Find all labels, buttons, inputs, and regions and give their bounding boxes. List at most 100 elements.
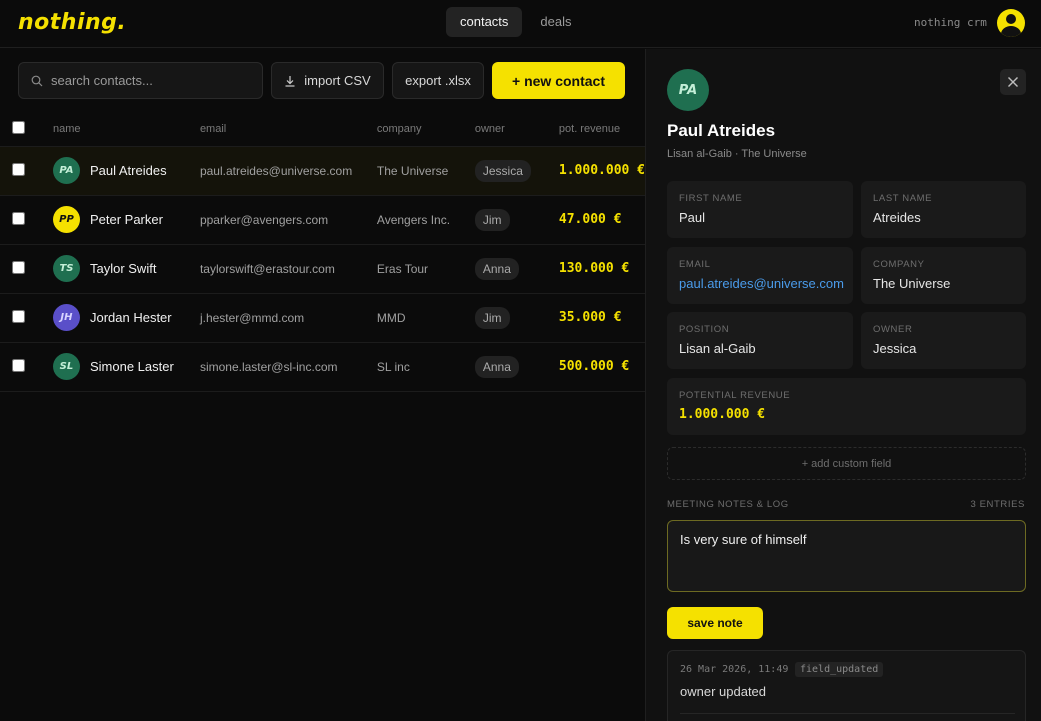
contact-name-cell[interactable]: TS Taylor Swift — [52, 255, 200, 282]
tab-contacts[interactable]: contacts — [446, 7, 523, 37]
field-value: Jessica — [873, 341, 917, 356]
field-email[interactable]: Email paul.atreides@universe.com — [667, 247, 853, 304]
contact-company: SL inc — [376, 342, 475, 392]
column-header-owner[interactable]: owner — [474, 113, 559, 147]
log-timestamp: 26 Mar 2026, 11:49 — [680, 664, 789, 675]
contact-avatar: SL — [52, 353, 80, 380]
brand-name: nothing crm — [914, 16, 987, 29]
contact-name: Jordan Hester — [89, 310, 172, 325]
column-header-company[interactable]: company — [376, 113, 475, 147]
column-header-email[interactable]: email — [199, 113, 377, 147]
import-csv-label: import CSV — [304, 73, 371, 88]
contact-name: Peter Parker — [89, 212, 163, 227]
field-label: Position — [679, 324, 730, 335]
field-company[interactable]: Company The Universe — [861, 247, 1026, 304]
detail-subtitle: Lisan al-Gaib · The Universe — [667, 148, 807, 160]
contact-revenue: 47.000 € — [558, 212, 622, 227]
column-header-name[interactable]: name — [52, 113, 200, 147]
close-icon — [1008, 77, 1018, 87]
field-label: Owner — [873, 324, 913, 335]
user-avatar-icon[interactable] — [997, 9, 1025, 37]
app-logo[interactable]: nothing. — [18, 10, 126, 35]
field-value: 1.000.000 € — [679, 407, 766, 422]
contact-avatar: PA — [52, 157, 80, 184]
search-input[interactable] — [51, 63, 256, 98]
notes-section-label: Meeting notes & log — [667, 499, 789, 510]
table-row[interactable]: PP Peter Parker pparker@avengers.com Avenge… — [0, 195, 645, 245]
table-row[interactable]: JH Jordan Hester j.hester@mmd.com MMD Jim 35.… — [0, 293, 645, 343]
add-custom-field-button[interactable]: + add custom field — [667, 447, 1026, 480]
contact-email: j.hester@mmd.com — [199, 293, 377, 343]
log-tag: field_updated — [795, 662, 884, 677]
contact-name: Simone Laster — [89, 359, 174, 374]
contact-company: The Universe — [376, 146, 475, 196]
owner-badge: Anna — [474, 355, 519, 378]
new-contact-button[interactable]: + new contact — [492, 62, 625, 99]
table-header-row: name email company owner pot. revenue — [0, 113, 645, 147]
contact-detail-panel: PA Paul Atreides Lisan al-Gaib · The Uni… — [645, 49, 1041, 721]
contact-avatar: TS — [52, 255, 80, 282]
select-all-checkbox[interactable] — [12, 121, 25, 135]
field-label: Email — [679, 259, 711, 270]
email-link[interactable]: paul.atreides@universe.com — [679, 276, 844, 291]
meeting-notes-input[interactable]: Is very sure of himself — [667, 520, 1026, 592]
contact-revenue: 130.000 € — [558, 261, 630, 276]
contact-email: paul.atreides@universe.com — [199, 146, 377, 196]
contact-email: simone.laster@sl-inc.com — [199, 342, 377, 392]
log-text: owner updated — [680, 684, 767, 699]
close-button[interactable] — [1000, 69, 1026, 95]
detail-name: Paul Atreides — [667, 121, 776, 140]
field-potential-revenue[interactable]: Potential revenue 1.000.000 € — [667, 378, 1026, 435]
field-last-name[interactable]: Last name Atreides — [861, 181, 1026, 238]
contact-name-cell[interactable]: PP Peter Parker — [52, 206, 200, 233]
field-first-name[interactable]: First name Paul — [667, 181, 853, 238]
field-value: Paul — [679, 210, 706, 225]
contact-email: pparker@avengers.com — [199, 195, 377, 245]
table-row[interactable]: SL Simone Laster simone.laster@sl-inc.com S… — [0, 342, 645, 392]
table-row[interactable]: PA Paul Atreides paul.atreides@universe.co… — [0, 146, 645, 196]
download-icon — [285, 75, 295, 87]
contact-company: MMD — [376, 293, 475, 343]
column-header-revenue[interactable]: pot. revenue — [558, 113, 645, 147]
table-row[interactable]: TS Taylor Swift taylorswift@erastour.com Er… — [0, 244, 645, 294]
contact-name-cell[interactable]: SL Simone Laster — [52, 353, 200, 380]
save-note-button[interactable]: save note — [667, 607, 763, 639]
row-checkbox[interactable] — [12, 162, 25, 176]
main-nav: contacts deals — [446, 7, 586, 37]
contact-revenue: 35.000 € — [558, 310, 622, 325]
contact-avatar: PP — [52, 206, 80, 233]
log-entry: 26 Mar 2026, 11:49 field_updated owner u… — [667, 650, 1026, 721]
field-value: Atreides — [873, 210, 921, 225]
export-xlsx-button[interactable]: export .xlsx — [392, 62, 484, 99]
contact-company: Avengers Inc. — [376, 195, 475, 245]
row-checkbox[interactable] — [12, 309, 25, 323]
field-position[interactable]: Position Lisan al-Gaib — [667, 312, 853, 369]
field-label: Last name — [873, 193, 933, 204]
contact-email: taylorswift@erastour.com — [199, 244, 377, 294]
contact-revenue: 1.000.000 € — [558, 163, 645, 178]
export-xlsx-label: export .xlsx — [405, 73, 471, 88]
contact-revenue: 500.000 € — [558, 359, 630, 374]
contact-name-cell[interactable]: JH Jordan Hester — [52, 304, 200, 331]
divider — [680, 713, 1015, 714]
contacts-table: name email company owner pot. revenue PA… — [0, 113, 645, 392]
row-checkbox[interactable] — [12, 211, 25, 225]
contact-avatar: JH — [52, 304, 80, 331]
entries-count: 3 entries — [970, 499, 1025, 510]
row-checkbox[interactable] — [12, 358, 25, 372]
import-csv-button[interactable]: import CSV — [271, 62, 384, 99]
row-checkbox[interactable] — [12, 260, 25, 274]
contact-name: Taylor Swift — [89, 261, 157, 276]
field-label: First name — [679, 193, 743, 204]
search-box[interactable] — [18, 62, 263, 99]
field-value: Lisan al-Gaib — [679, 341, 756, 356]
contact-name-cell[interactable]: PA Paul Atreides — [52, 157, 200, 184]
contacts-pane: import CSV export .xlsx + new contact na… — [0, 49, 645, 721]
field-label: Company — [873, 259, 925, 270]
owner-badge: Anna — [474, 257, 519, 280]
field-owner[interactable]: Owner Jessica — [861, 312, 1026, 369]
tab-deals[interactable]: deals — [526, 7, 585, 37]
top-bar: nothing. contacts deals nothing crm — [0, 0, 1041, 48]
field-value: The Universe — [873, 276, 951, 291]
search-icon — [31, 75, 43, 87]
